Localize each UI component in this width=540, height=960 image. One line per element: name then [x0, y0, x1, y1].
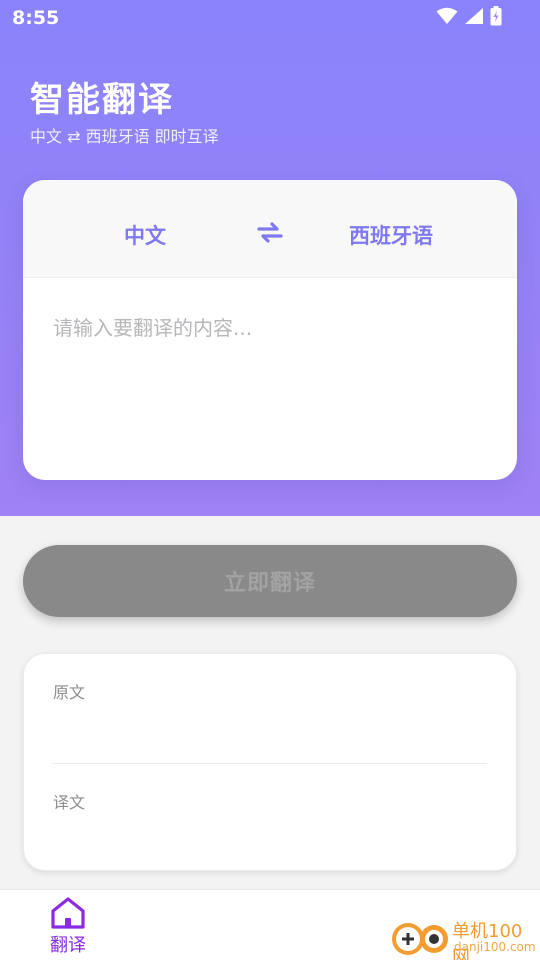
watermark-domain: danji100.com — [454, 940, 536, 954]
translate-button[interactable]: 立即翻译 — [23, 545, 517, 617]
app-subtitle: 中文 ⇄ 西班牙语 即时互译 — [30, 127, 219, 146]
watermark-logo-icon — [392, 923, 448, 955]
nav-item-label: 翻译 — [50, 935, 86, 956]
source-language-selector[interactable]: 中文 — [124, 220, 170, 250]
original-text-label: 原文 — [53, 683, 86, 702]
nav-item-translate[interactable]: 翻译 — [42, 896, 94, 957]
wifi-icon — [436, 7, 458, 24]
translation-text-label: 译文 — [53, 793, 86, 812]
signal-icon — [465, 8, 483, 24]
home-icon — [51, 897, 85, 929]
status-icons — [436, 6, 502, 26]
battery-icon — [490, 6, 502, 26]
status-time: 8:55 — [12, 7, 60, 29]
swap-arrows-icon — [257, 222, 283, 243]
translation-input-card: 中文 西班牙语 — [23, 180, 517, 480]
status-bar: 8:55 — [0, 0, 540, 38]
source-text-input[interactable] — [53, 312, 483, 452]
result-divider — [53, 763, 487, 764]
watermark-logo: 单机100网 danji100.com — [390, 912, 540, 960]
target-language-selector[interactable]: 西班牙语 — [349, 220, 433, 250]
language-selector-bar: 中文 西班牙语 — [23, 180, 517, 278]
app-title: 智能翻译 — [30, 80, 174, 120]
swap-languages-button[interactable] — [256, 220, 284, 244]
result-card: 原文 译文 — [23, 653, 517, 871]
